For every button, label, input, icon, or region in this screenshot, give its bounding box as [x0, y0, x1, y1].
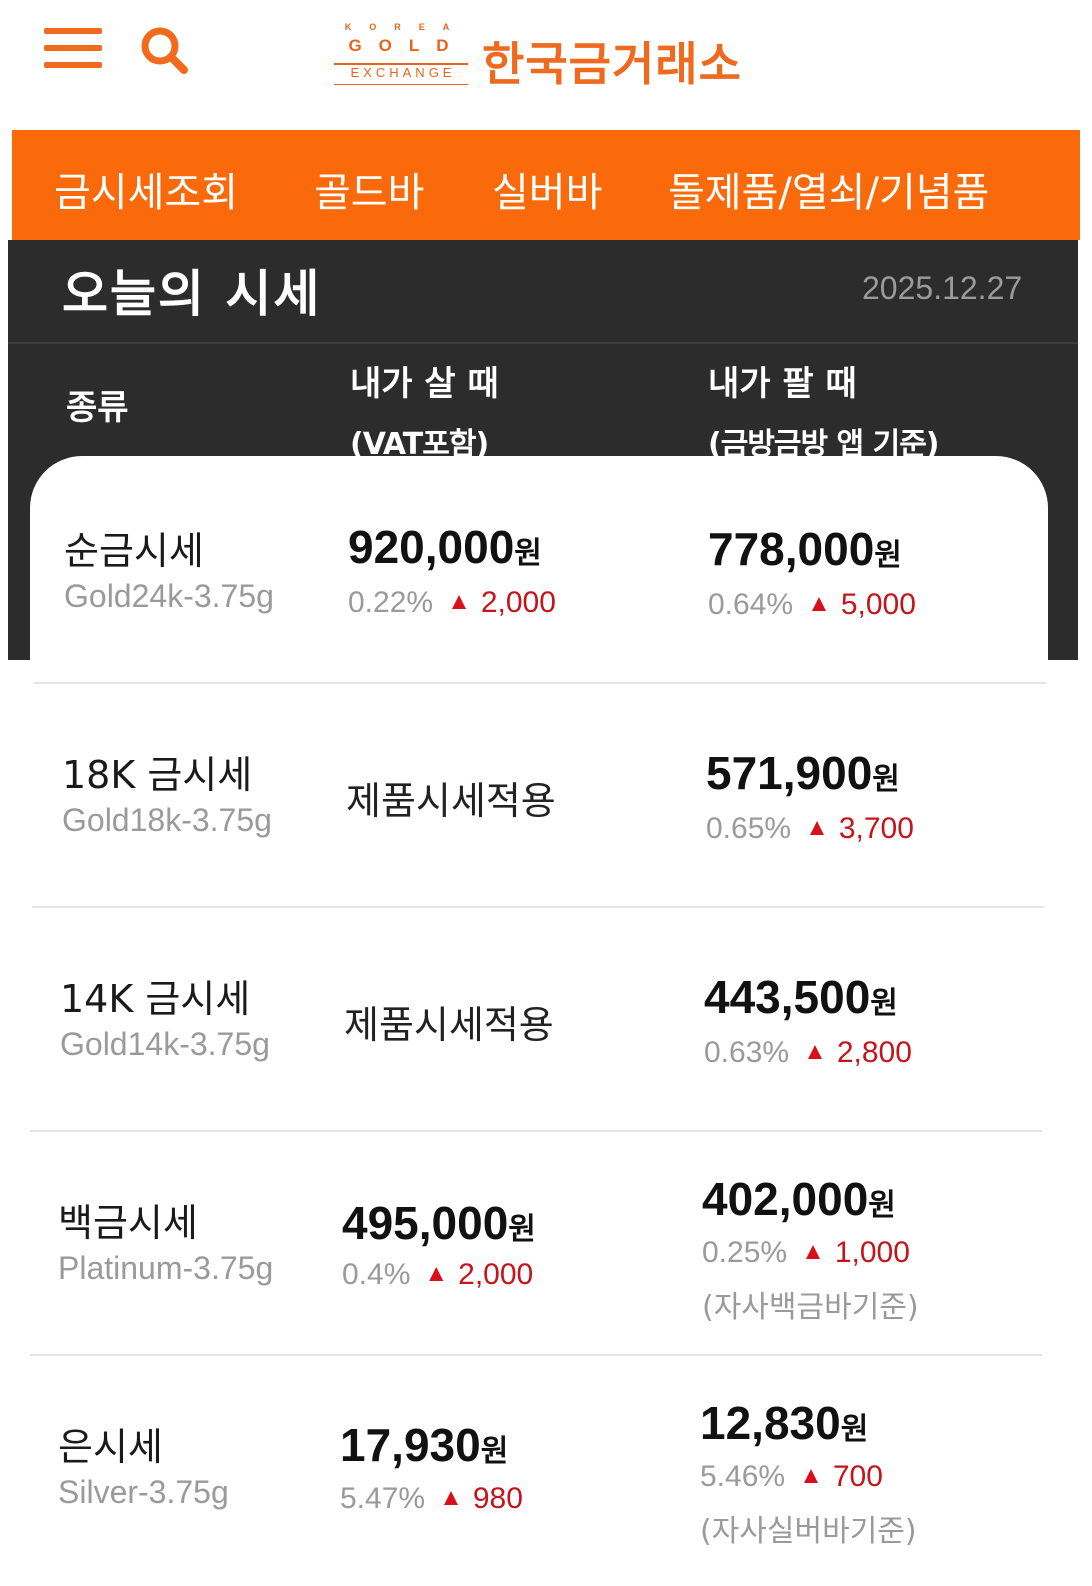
nav-item-gifts[interactable]: 돌제품/열쇠/기념품 — [668, 160, 989, 218]
change-percent: 0.65% — [706, 812, 792, 845]
change-percent: 0.22% — [348, 586, 434, 619]
nav-item-gold-price[interactable]: 금시세조회 — [54, 160, 238, 218]
row-name: 백금시세 — [58, 1201, 198, 1245]
sell-note: (자사실버바기준) — [700, 1514, 917, 1549]
buy-change: 5.47% ▲ 980 — [340, 1482, 523, 1516]
column-header-buy: 내가 살 때 (VAT포함) — [350, 356, 499, 463]
up-triangle-icon: ▲ — [447, 588, 471, 615]
price-unit: 원 — [480, 1434, 509, 1469]
sell-change: 5.46% ▲ 700 — [700, 1460, 883, 1494]
up-triangle-icon: ▲ — [805, 814, 829, 841]
hamburger-menu-icon[interactable] — [44, 24, 104, 74]
logo-line-exchange: EXCHANGE — [350, 65, 456, 80]
logo-line-gold: GOLD — [348, 36, 466, 55]
price-unit: 원 — [874, 538, 902, 573]
divider — [8, 342, 1078, 344]
buy-price-applied-text: 제품시세적용 — [346, 779, 556, 823]
buy-price: 920,000원 — [348, 520, 542, 574]
up-triangle-icon: ▲ — [799, 1462, 823, 1489]
sell-price: 571,900원 — [706, 746, 900, 800]
change-amount: 1,000 — [834, 1236, 910, 1269]
sell-change: 0.65% ▲ 3,700 — [706, 812, 914, 846]
sell-price-value: 402,000 — [702, 1173, 869, 1225]
logo-rule-bottom — [334, 84, 468, 85]
change-amount: 3,700 — [838, 812, 914, 845]
up-triangle-icon: ▲ — [439, 1484, 463, 1511]
row-divider — [30, 1130, 1042, 1132]
nav-item-silver-bar[interactable]: 실버바 — [492, 160, 602, 218]
price-unit: 원 — [840, 1412, 869, 1447]
page-title: 오늘의 시세 — [62, 265, 322, 323]
sell-price-value: 571,900 — [706, 747, 873, 799]
buy-price: 17,930원 — [340, 1418, 508, 1472]
sell-price-value: 443,500 — [704, 971, 871, 1023]
row-name: 14K 금시세 — [60, 977, 251, 1021]
row-sub: Silver-3.75g — [58, 1474, 229, 1510]
row-name: 은시세 — [58, 1425, 163, 1469]
sell-price: 443,500원 — [704, 970, 898, 1024]
price-unit: 원 — [872, 762, 900, 797]
change-percent: 5.46% — [700, 1460, 786, 1493]
column-header-sell-label: 내가 팔 때 — [708, 364, 857, 404]
price-unit: 원 — [870, 986, 898, 1021]
sell-change: 0.63% ▲ 2,800 — [704, 1036, 912, 1070]
buy-price: 495,000원 — [342, 1196, 536, 1250]
change-percent: 0.25% — [702, 1236, 788, 1269]
price-unit: 원 — [514, 536, 542, 571]
price-date: 2025.12.27 — [862, 270, 1023, 306]
sell-change: 0.25% ▲ 1,000 — [702, 1236, 910, 1270]
column-header-buy-label: 내가 살 때 — [350, 364, 499, 404]
logo-line-korea: KOREA — [344, 22, 468, 32]
sell-change: 0.64% ▲ 5,000 — [708, 588, 916, 622]
row-sub: Gold24k-3.75g — [64, 578, 274, 614]
up-triangle-icon: ▲ — [424, 1260, 449, 1287]
site-logo[interactable]: KOREA GOLD EXCHANGE 한국금거래소 — [332, 22, 772, 92]
row-name: 순금시세 — [64, 529, 204, 573]
change-percent: 5.47% — [340, 1482, 426, 1515]
main-nav: 금시세조회 골드바 실버바 돌제품/열쇠/기념품 — [12, 130, 1080, 240]
sell-price: 778,000원 — [708, 522, 902, 576]
search-icon[interactable] — [136, 24, 194, 76]
change-amount: 2,000 — [480, 586, 556, 619]
sell-price-value: 12,830 — [700, 1397, 841, 1449]
change-percent: 0.63% — [704, 1036, 790, 1069]
change-amount: 2,800 — [836, 1036, 912, 1069]
buy-price-value: 495,000 — [342, 1197, 509, 1249]
row-sub: Platinum-3.75g — [58, 1250, 274, 1286]
row-sub: Gold18k-3.75g — [62, 802, 272, 838]
logo-name-korean: 한국금거래소 — [482, 37, 742, 91]
sell-note: (자사백금바기준) — [702, 1290, 919, 1325]
buy-price-value: 17,930 — [340, 1419, 481, 1471]
buy-price-applied-text: 제품시세적용 — [344, 1003, 554, 1047]
change-amount: 980 — [472, 1482, 523, 1515]
row-divider — [32, 906, 1044, 908]
buy-price-value: 920,000 — [348, 521, 515, 573]
sell-price: 12,830원 — [700, 1396, 868, 1450]
korea-gold-exchange-mark: KOREA GOLD EXCHANGE — [332, 22, 470, 88]
row-divider — [30, 1354, 1042, 1356]
row-divider — [34, 682, 1046, 684]
sell-price-value: 778,000 — [708, 523, 875, 575]
change-amount: 700 — [832, 1460, 883, 1493]
change-percent: 0.4% — [342, 1258, 411, 1291]
column-header-sell: 내가 팔 때 (금방금방 앱 기준) — [708, 356, 940, 463]
row-name: 18K 금시세 — [62, 753, 253, 797]
price-unit: 원 — [868, 1188, 896, 1223]
price-unit: 원 — [508, 1212, 536, 1247]
sell-price: 402,000원 — [702, 1172, 896, 1226]
up-triangle-icon: ▲ — [801, 1238, 825, 1265]
column-header-kind: 종류 — [66, 388, 129, 428]
buy-change: 0.4% ▲ 2,000 — [342, 1258, 533, 1292]
nav-item-gold-bar[interactable]: 골드바 — [314, 160, 424, 218]
row-sub: Gold14k-3.75g — [60, 1026, 270, 1062]
change-amount: 5,000 — [840, 588, 916, 621]
up-triangle-icon: ▲ — [807, 590, 831, 617]
up-triangle-icon: ▲ — [803, 1038, 827, 1065]
change-amount: 2,000 — [458, 1258, 534, 1291]
change-percent: 0.64% — [708, 588, 794, 621]
buy-change: 0.22% ▲ 2,000 — [348, 586, 556, 620]
top-header: KOREA GOLD EXCHANGE 한국금거래소 — [0, 0, 1092, 130]
